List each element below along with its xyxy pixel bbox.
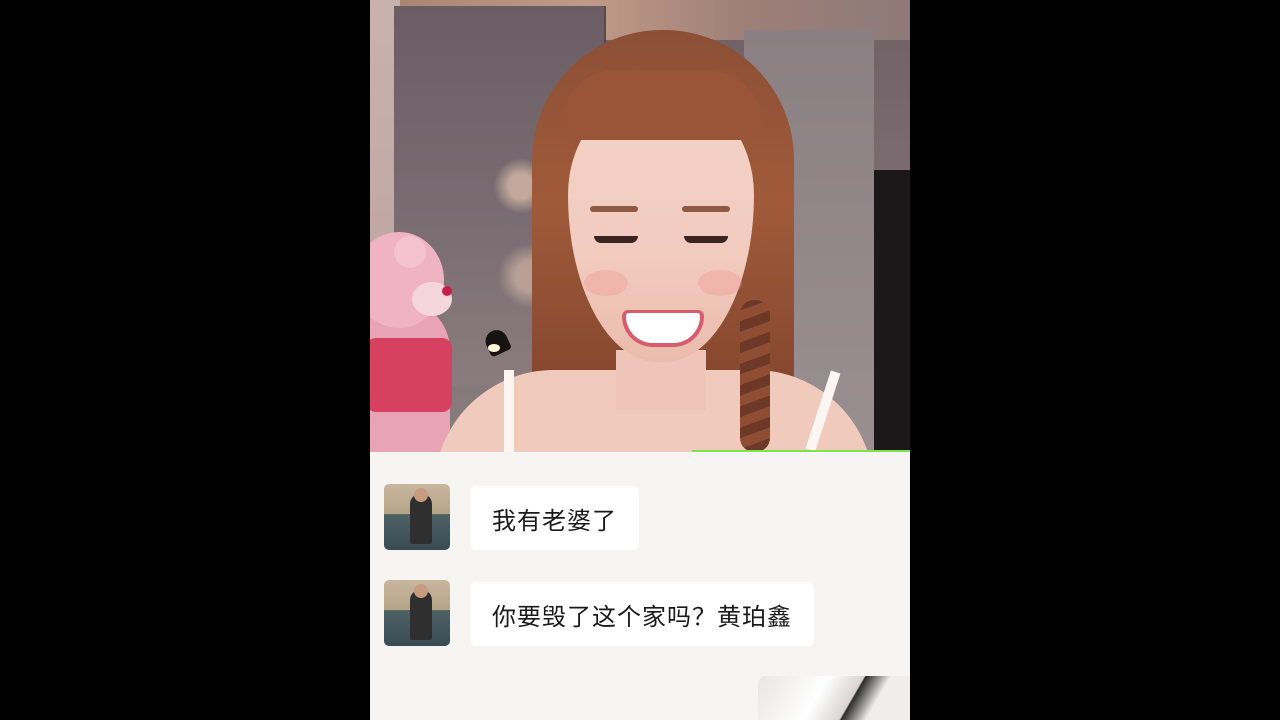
message-bubble: 你要毁了这个家吗？黄珀鑫 (470, 582, 814, 646)
eyebrow-right (682, 206, 730, 212)
cheek-left (584, 270, 628, 296)
sticker-image (758, 676, 910, 720)
fringe (562, 70, 762, 140)
teddy-bear-nose (442, 286, 452, 296)
braid (740, 300, 770, 452)
eyebrow-left (590, 206, 638, 212)
message-bubble: 我有老婆了 (470, 486, 639, 550)
eye-right (684, 236, 728, 243)
cheek-right (698, 270, 742, 296)
lamp-bulb (488, 344, 500, 352)
video-scene (370, 0, 910, 452)
doorway (874, 170, 910, 452)
strap-left (504, 370, 514, 452)
avatar[interactable] (384, 484, 450, 550)
teddy-bear-shirt (370, 338, 452, 412)
avatar[interactable] (384, 580, 450, 646)
eye-left (594, 236, 638, 243)
avatar-head (414, 584, 428, 598)
avatar-head (414, 488, 428, 502)
video-frame: 我有老婆了 你要毁了这个家吗？黄珀鑫 (370, 0, 910, 720)
teddy-bear-ear (394, 236, 426, 268)
